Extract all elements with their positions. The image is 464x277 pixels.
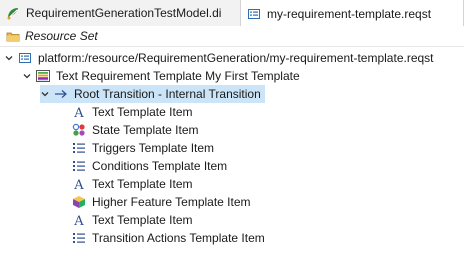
tree-node-transition[interactable]: Root Transition - Internal Transition [40, 85, 265, 103]
tree-node-item[interactable]: Triggers Template Item [72, 139, 214, 157]
tree-node-resource[interactable]: platform:/resource/RequirementGeneration… [4, 49, 434, 67]
template-icon [36, 69, 50, 83]
tree-node-item[interactable]: A Text Template Item [72, 103, 193, 121]
reqst-file-icon [247, 7, 261, 21]
tree-node-label: Text Template Item [92, 213, 193, 227]
list-item-icon [72, 141, 86, 155]
tree-node-label: Root Transition - Internal Transition [74, 87, 261, 101]
tree-node-label: State Template Item [92, 123, 199, 137]
tree-node-template[interactable]: Text Requirement Template My First Templ… [22, 67, 300, 85]
tree-node-item[interactable]: Higher Feature Template Item [72, 193, 251, 211]
tree-node-label: Text Requirement Template My First Templ… [56, 69, 300, 83]
chevron-down-icon[interactable] [4, 49, 14, 67]
tree-node-item[interactable]: State Template Item [72, 121, 199, 139]
tree-node-label: Conditions Template Item [92, 159, 228, 173]
text-item-icon: A [72, 105, 86, 119]
list-item-icon [72, 231, 86, 245]
tree-node-item[interactable]: A Text Template Item [72, 175, 193, 193]
tree-node-label: Transition Actions Template Item [92, 231, 265, 245]
tab-label: RequirementGenerationTestModel.di [26, 6, 222, 20]
resource-file-icon [18, 51, 32, 65]
tree-node-label: Higher Feature Template Item [92, 195, 251, 209]
tab-requirement-template[interactable]: my-requirement-template.reqst [240, 0, 464, 27]
tree-node-item[interactable]: Transition Actions Template Item [72, 229, 265, 247]
tree-node-label: platform:/resource/RequirementGeneration… [38, 51, 434, 65]
chevron-down-icon[interactable] [22, 67, 32, 85]
svg-text:A: A [73, 106, 84, 119]
tab-label: my-requirement-template.reqst [267, 6, 432, 21]
tree-node-label: Text Template Item [92, 105, 193, 119]
svg-text:A: A [73, 214, 84, 227]
resource-set-label: Resource Set [25, 29, 98, 43]
feature-item-icon [72, 195, 86, 209]
tree-node-item[interactable]: A Text Template Item [72, 211, 193, 229]
resource-set-header: Resource Set [0, 26, 464, 47]
tree-node-label: Triggers Template Item [92, 141, 215, 155]
tree-node-label: Text Template Item [92, 177, 193, 191]
tab-test-model-di[interactable]: RequirementGenerationTestModel.di [0, 0, 240, 26]
resource-set-icon [6, 29, 20, 43]
arrow-right-icon [54, 87, 68, 101]
chevron-down-icon[interactable] [40, 85, 50, 103]
sirius-diagram-icon [6, 6, 20, 20]
editor-tab-bar: RequirementGenerationTestModel.di my-req… [0, 0, 464, 27]
state-item-icon [72, 123, 86, 137]
text-item-icon: A [72, 177, 86, 191]
list-item-icon [72, 159, 86, 173]
text-item-icon: A [72, 213, 86, 227]
tree-node-item[interactable]: Conditions Template Item [72, 157, 227, 175]
svg-text:A: A [73, 178, 84, 191]
